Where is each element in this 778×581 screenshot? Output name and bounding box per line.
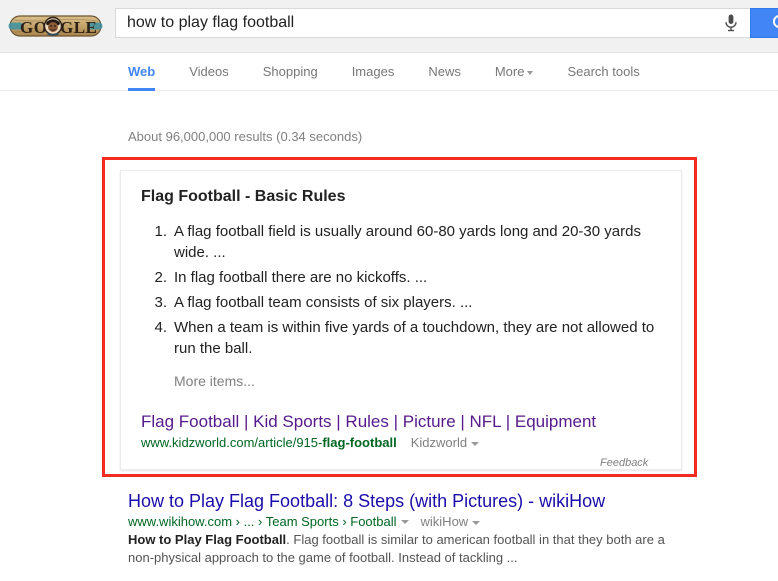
list-item: 2. In flag football there are no kickoff… bbox=[141, 267, 661, 288]
tab-images[interactable]: Images bbox=[352, 53, 395, 91]
google-doodle-logo[interactable]: GO GLE bbox=[8, 11, 103, 41]
feedback-link[interactable]: Feedback bbox=[600, 457, 648, 469]
tab-search-tools-label: Search tools bbox=[567, 64, 639, 79]
tab-news-label: News bbox=[428, 64, 461, 79]
result-site-label: wikiHow bbox=[421, 514, 469, 529]
snippet-url-bold: flag-football bbox=[322, 435, 396, 450]
snippet-source-url-line: www.kidzworld.com/article/915-flag-footb… bbox=[141, 434, 661, 451]
result-url-line: www.wikihow.com › ... › Team Sports › Fo… bbox=[128, 513, 673, 530]
result-url: www.wikihow.com › ... › Team Sports › Fo… bbox=[128, 513, 397, 530]
nav-items: Web Videos Shopping Images News More Sea… bbox=[128, 53, 674, 91]
list-item-number: 3. bbox=[145, 292, 167, 313]
microphone-glyph bbox=[724, 13, 738, 33]
snippet-url-prefix: www.kidzworld.com/article/915- bbox=[141, 435, 322, 450]
snippet-source: Flag Football | Kid Sports | Rules | Pic… bbox=[141, 411, 661, 451]
snippet-title: Flag Football - Basic Rules bbox=[141, 187, 661, 207]
result-stats: About 96,000,000 results (0.34 seconds) bbox=[128, 129, 362, 144]
snippet-source-site-label: Kidzworld bbox=[411, 435, 467, 450]
list-item-number: 4. bbox=[145, 317, 167, 338]
result-snippet: How to Play Flag Football. Flag football… bbox=[128, 531, 673, 567]
snippet-list: 1. A flag football field is usually arou… bbox=[141, 221, 661, 359]
snippet-source-site[interactable]: Kidzworld bbox=[411, 434, 479, 451]
tab-shopping[interactable]: Shopping bbox=[263, 53, 318, 91]
search-input-container[interactable] bbox=[115, 8, 712, 38]
search-result: How to Play Flag Football: 8 Steps (with… bbox=[128, 490, 673, 567]
tab-videos-label: Videos bbox=[189, 64, 229, 79]
list-item: 3. A flag football team consists of six … bbox=[141, 292, 661, 313]
chevron-down-icon bbox=[527, 71, 533, 75]
featured-snippet-card: Flag Football - Basic Rules 1. A flag fo… bbox=[120, 170, 682, 470]
chevron-down-icon[interactable] bbox=[401, 520, 409, 524]
microphone-icon[interactable] bbox=[712, 8, 750, 38]
magnifier-icon bbox=[771, 13, 778, 33]
page-header: GO GLE bbox=[0, 0, 778, 53]
tab-search-tools[interactable]: Search tools bbox=[567, 53, 639, 91]
result-snippet-bold: How to Play Flag Football bbox=[128, 532, 286, 547]
doodle-svg: GO GLE bbox=[8, 11, 103, 41]
list-item-text: A flag football team consists of six pla… bbox=[174, 294, 472, 311]
tab-news[interactable]: News bbox=[428, 53, 461, 91]
list-item-number: 1. bbox=[145, 221, 167, 242]
tab-more-label: More bbox=[495, 64, 525, 79]
search-button[interactable] bbox=[750, 8, 778, 38]
search-modes-navbar: Web Videos Shopping Images News More Sea… bbox=[0, 53, 778, 91]
svg-text:GO: GO bbox=[20, 18, 47, 37]
list-item-text: When a team is within five yards of a to… bbox=[174, 319, 654, 357]
search-form bbox=[115, 8, 778, 38]
tab-more[interactable]: More bbox=[495, 53, 534, 91]
chevron-down-icon[interactable] bbox=[471, 442, 479, 446]
list-item-number: 2. bbox=[145, 267, 167, 288]
svg-text:GLE: GLE bbox=[60, 18, 97, 37]
result-title-link[interactable]: How to Play Flag Football: 8 Steps (with… bbox=[128, 491, 605, 511]
tab-videos[interactable]: Videos bbox=[189, 53, 229, 91]
list-item: 4. When a team is within five yards of a… bbox=[141, 317, 661, 359]
snippet-source-title-link[interactable]: Flag Football | Kid Sports | Rules | Pic… bbox=[141, 412, 596, 431]
chevron-down-icon[interactable] bbox=[472, 521, 480, 525]
result-site[interactable]: wikiHow bbox=[421, 513, 481, 530]
search-input[interactable] bbox=[125, 9, 712, 37]
snippet-source-url: www.kidzworld.com/article/915-flag-footb… bbox=[141, 434, 397, 451]
list-item-text: In flag football there are no kickoffs. … bbox=[174, 269, 427, 286]
tab-shopping-label: Shopping bbox=[263, 64, 318, 79]
tab-images-label: Images bbox=[352, 64, 395, 79]
list-item: 1. A flag football field is usually arou… bbox=[141, 221, 661, 263]
list-item-text: A flag football field is usually around … bbox=[174, 223, 641, 261]
tab-web-label: Web bbox=[128, 64, 155, 79]
more-items-link[interactable]: More items... bbox=[174, 373, 661, 389]
tab-web[interactable]: Web bbox=[128, 53, 155, 91]
